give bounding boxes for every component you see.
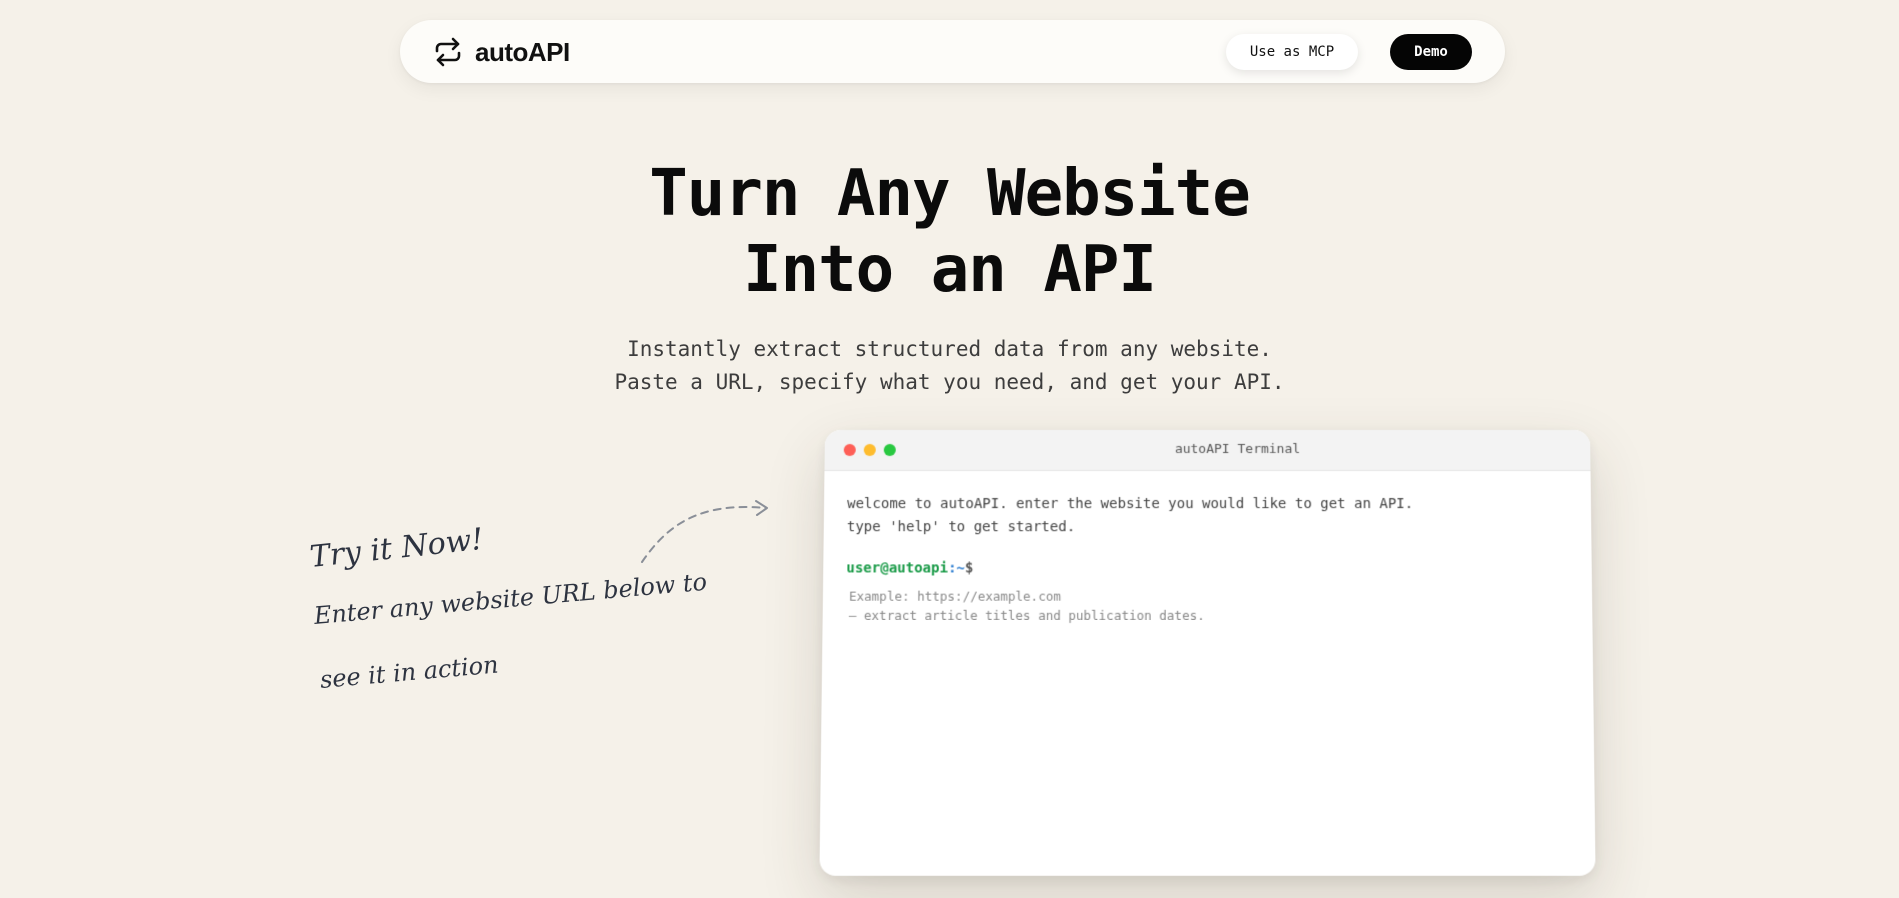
use-as-mcp-button[interactable]: Use as MCP [1226,34,1358,70]
terminal-window: autoAPI Terminal welcome to autoAPI. ent… [819,430,1595,876]
curved-arrow-icon [638,496,772,568]
note-line-2: see it in action [319,650,500,693]
brand-logo[interactable]: autoAPI [433,33,570,71]
hero-subtitle-line-2: Paste a URL, specify what you need, and … [0,366,1899,399]
terminal-prompt: user@autoapi :~ $ [846,557,1569,580]
repeat-arrows-icon [433,36,463,68]
hero-subtitle-line-1: Instantly extract structured data from a… [0,333,1899,366]
prompt-symbol: $ [965,557,974,580]
hero-title: Turn Any Website Into an API [0,156,1899,308]
welcome-line-1: welcome to autoAPI. enter the website yo… [847,493,1568,516]
terminal-body[interactable]: welcome to autoAPI. enter the website yo… [822,471,1593,653]
welcome-line-2: type 'help' to get started. [847,516,1569,539]
note-line-1: Enter any website URL below to [313,568,708,630]
terminal-title-bar: autoAPI Terminal [824,430,1590,471]
terminal-title: autoAPI Terminal [824,430,1590,470]
top-navbar: autoAPI Use as MCP Demo [400,20,1505,83]
prompt-user: user@autoapi [846,557,948,580]
demo-button[interactable]: Demo [1390,34,1472,70]
hero-title-line-1: Turn Any Website [0,156,1899,232]
terminal-input[interactable] [846,587,1557,631]
prompt-path: :~ [948,557,965,580]
try-it-now-heading: Try it Now! [308,522,485,575]
hero-subtitle: Instantly extract structured data from a… [0,333,1899,399]
brand-name: autoAPI [475,37,570,68]
hero-title-line-2: Into an API [0,232,1899,308]
